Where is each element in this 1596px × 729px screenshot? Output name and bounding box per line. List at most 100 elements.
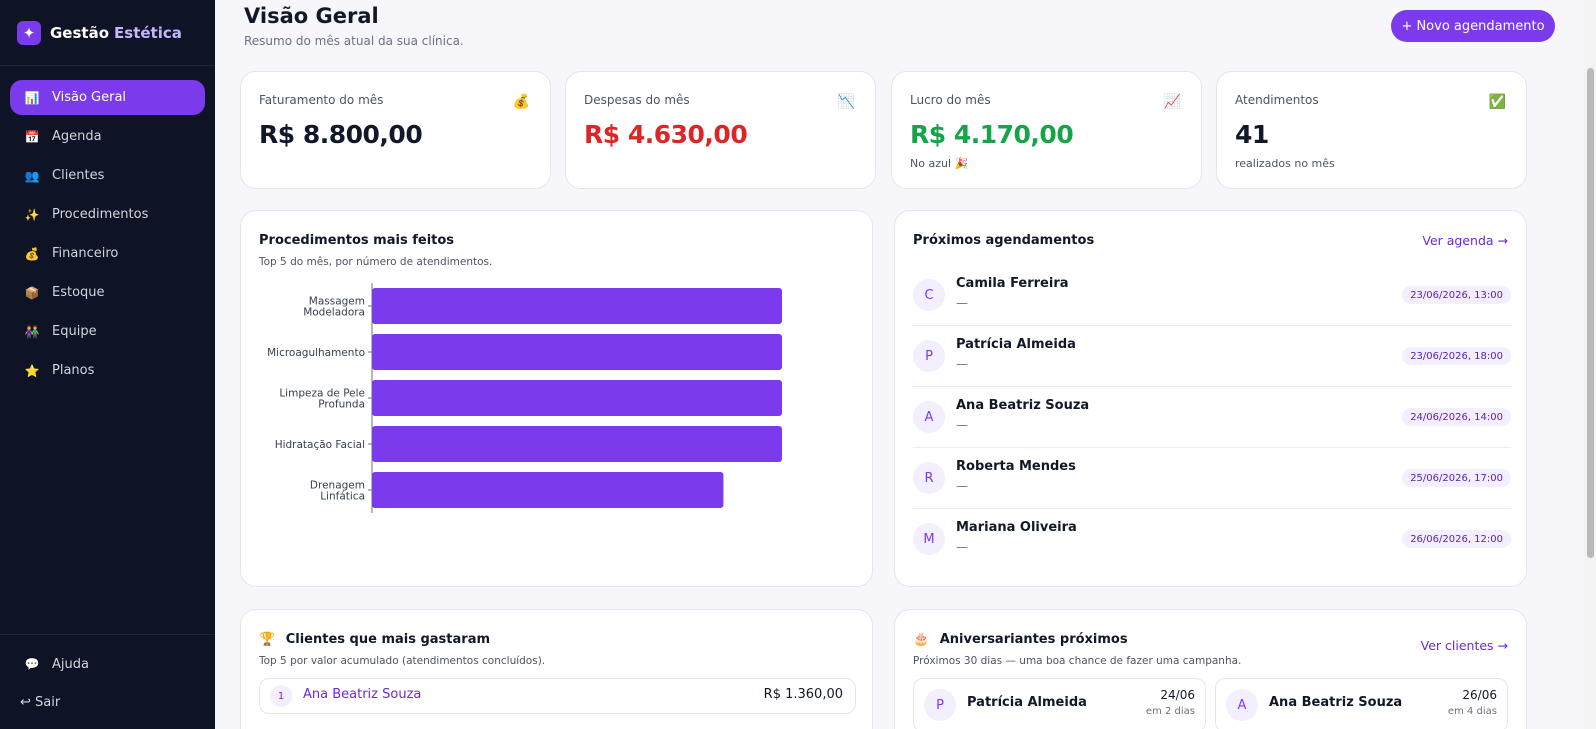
procedures-bar-chart: Massagem Modeladora Microagulhamento Limpez… <box>267 283 782 513</box>
view-agenda-link[interactable]: Ver agenda → <box>1422 233 1508 248</box>
appointment-row[interactable]: P Patrícia Almeida — 23/06/2026, 18:00 <box>913 326 1511 387</box>
procedure-name: — <box>956 418 968 432</box>
stat-note: No azul 🎉 <box>910 157 969 170</box>
stat-value: R$ 4.630,00 <box>584 120 748 149</box>
bar-3[interactable] <box>372 380 782 416</box>
sidebar-item-estoque[interactable]: 📦 Estoque <box>10 275 205 310</box>
scrollbar[interactable] <box>1584 0 1596 729</box>
stat-card-expenses: Despesas do mês 📉 R$ 4.630,00 <box>565 71 876 189</box>
stat-card-appointments: Atendimentos ✅ 41 realizados no mês <box>1216 71 1527 189</box>
appointment-row[interactable]: C Camila Ferreira — 23/06/2026, 13:00 <box>913 265 1511 326</box>
bar-2[interactable] <box>372 334 782 370</box>
procedure-name: — <box>956 479 968 493</box>
card-subtitle: Próximos 30 dias — uma boa chance de faz… <box>913 655 1242 667</box>
calendar-icon: 📅 <box>24 129 40 144</box>
card-title: 🎂 Aniversariantes próximos <box>913 632 1128 647</box>
star-icon: ⭐ <box>24 363 40 378</box>
sidebar-item-clientes[interactable]: 👥 Clientes <box>10 158 205 193</box>
brand[interactable]: ✦ Gestão Estética <box>0 0 215 66</box>
sidebar-item-label: Estoque <box>52 285 105 300</box>
client-name: Mariana Oliveira <box>956 520 1077 535</box>
package-icon: 📦 <box>24 285 40 300</box>
card-subtitle: Top 5 do mês, por número de atendimentos… <box>259 256 493 268</box>
bar-5[interactable] <box>372 472 724 508</box>
sidebar: ✦ Gestão Estética 📊 Visão Geral 📅 Agenda… <box>0 0 215 729</box>
sidebar-item-equipe[interactable]: 👫 Equipe <box>10 314 205 349</box>
top-client-row: 1 Ana Beatriz Souza R$ 1.360,00 <box>259 678 856 714</box>
stat-label: Lucro do mês <box>910 93 991 107</box>
cake-icon: 🎂 <box>913 632 930 647</box>
avatar: R <box>913 462 945 494</box>
procedures-card: Procedimentos mais feitos Top 5 do mês, … <box>240 210 873 587</box>
stat-value: R$ 4.170,00 <box>910 120 1074 149</box>
date-badge: 23/06/2026, 13:00 <box>1402 286 1511 304</box>
sidebar-item-visao-geral[interactable]: 📊 Visão Geral <box>10 80 205 115</box>
sidebar-item-label: Procedimentos <box>52 207 149 222</box>
card-title: 🏆 Clientes que mais gastaram <box>259 632 490 647</box>
sidebar-item-label: Financeiro <box>52 246 119 261</box>
scrollbar-thumb[interactable] <box>1587 68 1594 558</box>
date-badge: 26/06/2026, 12:00 <box>1402 530 1511 548</box>
birthday-item[interactable]: P Patrícia Almeida 24/06 em 2 dias <box>913 678 1206 729</box>
client-name: Ana Beatriz Souza <box>1269 695 1403 710</box>
sidebar-item-procedimentos[interactable]: ✨ Procedimentos <box>10 197 205 232</box>
help-link[interactable]: 💬 Ajuda <box>0 653 215 675</box>
stat-label: Despesas do mês <box>584 93 690 107</box>
stat-label: Atendimentos <box>1235 93 1319 107</box>
bar-1[interactable] <box>372 288 782 324</box>
birthday-relative: em 4 dias <box>1447 706 1497 717</box>
page-subtitle: Resumo do mês atual da sua clínica. <box>244 34 464 48</box>
sidebar-footer: 💬 Ajuda ↩ Sair <box>0 634 215 729</box>
date-badge: 23/06/2026, 18:00 <box>1402 347 1511 365</box>
chart-up-icon: 📈 <box>1163 94 1181 110</box>
rank-badge: 1 <box>270 685 292 707</box>
stat-note: realizados no mês <box>1235 157 1335 170</box>
trophy-icon: 🏆 <box>259 632 276 647</box>
procedure-name: — <box>956 296 968 310</box>
avatar: A <box>1226 689 1258 721</box>
procedure-name: — <box>956 357 968 371</box>
appointment-row[interactable]: A Ana Beatriz Souza — 24/06/2026, 14:00 <box>913 387 1511 448</box>
team-icon: 👫 <box>24 324 40 339</box>
birthday-item[interactable]: A Ana Beatriz Souza 26/06 em 4 dias <box>1215 678 1508 729</box>
chart-icon: 📊 <box>24 90 40 105</box>
birthday-relative: em 2 dias <box>1145 706 1195 717</box>
client-name: Ana Beatriz Souza <box>956 398 1090 413</box>
help-label: Ajuda <box>52 656 89 672</box>
sidebar-item-label: Visão Geral <box>52 90 127 105</box>
avatar: P <box>913 340 945 372</box>
procedure-name: — <box>956 540 968 554</box>
y-tick-label: Massagem Modeladora <box>303 296 365 319</box>
stat-value: 41 <box>1235 120 1269 149</box>
sparkles-icon: ✨ <box>24 207 40 222</box>
view-clients-link[interactable]: Ver clientes → <box>1421 638 1508 653</box>
main-content: Visão Geral Resumo do mês atual da sua c… <box>215 0 1596 729</box>
y-tick-label: Microagulhamento <box>267 347 365 359</box>
sidebar-item-financeiro[interactable]: 💰 Financeiro <box>10 236 205 271</box>
logout-button[interactable]: ↩ Sair <box>0 691 215 713</box>
top-clients-card: 🏆 Clientes que mais gastaram Top 5 por v… <box>240 609 873 729</box>
client-name-link[interactable]: Ana Beatriz Souza <box>303 687 421 702</box>
brand-name: Gestão <box>50 23 110 42</box>
sidebar-item-label: Equipe <box>52 324 97 339</box>
money-bag-icon: 💰 <box>512 94 530 110</box>
people-icon: 👥 <box>24 168 40 183</box>
client-name: Camila Ferreira <box>956 276 1069 291</box>
avatar: P <box>924 689 956 721</box>
appointment-row[interactable]: R Roberta Mendes — 25/06/2026, 17:00 <box>913 448 1511 509</box>
appointment-row[interactable]: M Mariana Oliveira — 26/06/2026, 12:00 <box>913 509 1511 570</box>
date-badge: 24/06/2026, 14:00 <box>1402 408 1511 426</box>
sidebar-item-agenda[interactable]: 📅 Agenda <box>10 119 205 154</box>
sidebar-item-label: Planos <box>52 363 95 378</box>
page-title: Visão Geral <box>244 4 379 28</box>
sidebar-item-planos[interactable]: ⭐ Planos <box>10 353 205 388</box>
sidebar-item-label: Agenda <box>52 129 102 144</box>
new-appointment-button[interactable]: + Novo agendamento <box>1391 10 1555 42</box>
client-total: R$ 1.360,00 <box>763 687 843 702</box>
client-name: Patrícia Almeida <box>967 695 1087 710</box>
birthdays-card: 🎂 Aniversariantes próximos Próximos 30 d… <box>894 609 1527 729</box>
stat-label: Faturamento do mês <box>259 93 384 107</box>
avatar: M <box>913 523 945 555</box>
bar-4[interactable] <box>372 426 782 462</box>
card-title: Próximos agendamentos <box>913 233 1095 248</box>
